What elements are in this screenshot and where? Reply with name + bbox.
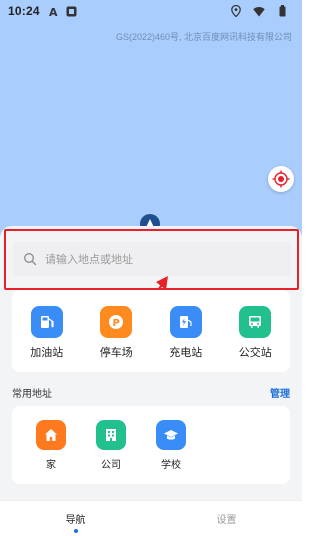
- search-icon: [23, 252, 37, 266]
- crosshair-icon: [272, 170, 290, 188]
- battery-icon: [276, 5, 288, 17]
- tab-label: 设置: [216, 515, 237, 526]
- app-square-icon: [66, 5, 78, 17]
- charging-station-icon: [169, 306, 202, 338]
- poi-label: 公交站: [238, 347, 272, 359]
- address-label: 学校: [161, 460, 181, 471]
- poi-label: 停车场: [99, 347, 133, 359]
- gas-station-icon: [30, 306, 63, 338]
- common-addresses-header: 常用地址 管理: [12, 384, 290, 400]
- common-addresses-card: 家 公司 学校: [12, 406, 290, 484]
- poi-parking[interactable]: P 停车场: [85, 306, 147, 360]
- poi-label: 加油站: [30, 347, 64, 359]
- home-icon: [36, 420, 66, 450]
- svg-text:A: A: [49, 6, 58, 17]
- location-icon: [230, 5, 242, 17]
- svg-text:P: P: [113, 318, 120, 329]
- tab-settings[interactable]: 设置: [151, 501, 302, 536]
- active-tab-indicator: [73, 529, 78, 533]
- map-copyright: GS(2022)460号, 北京百度网讯科技有限公司: [115, 32, 292, 42]
- bus-stop-icon: [239, 306, 272, 338]
- poi-charging-station[interactable]: 充电站: [155, 306, 217, 360]
- address-label: 家: [46, 460, 56, 471]
- poi-label: 充电站: [169, 347, 203, 359]
- bottom-navigation: 导航 设置: [0, 500, 302, 536]
- poi-category-card: 加油站 P 停车场 充电站 公交站: [12, 290, 290, 372]
- poi-gas-station[interactable]: 加油站: [16, 306, 78, 360]
- manage-button[interactable]: 管理: [270, 385, 290, 400]
- graduation-cap-icon: [156, 420, 186, 450]
- status-bar: 10:24 A: [0, 0, 302, 22]
- search-placeholder: 请输入地点或地址: [45, 254, 133, 266]
- status-time: 10:24: [8, 4, 40, 18]
- font-a-icon: A: [48, 5, 60, 17]
- tab-navigation[interactable]: 导航: [0, 501, 151, 536]
- search-input[interactable]: 请输入地点或地址: [13, 242, 291, 276]
- wifi-icon: [253, 5, 265, 17]
- tab-label: 导航: [65, 515, 86, 526]
- locate-me-button[interactable]: [268, 166, 294, 192]
- parking-icon: P: [100, 306, 133, 338]
- section-title: 常用地址: [12, 388, 52, 400]
- address-label: 公司: [101, 460, 121, 471]
- address-home[interactable]: 家: [26, 420, 76, 471]
- office-building-icon: [96, 420, 126, 450]
- address-company[interactable]: 公司: [86, 420, 136, 471]
- address-school[interactable]: 学校: [146, 420, 196, 471]
- poi-bus-stop[interactable]: 公交站: [224, 306, 286, 360]
